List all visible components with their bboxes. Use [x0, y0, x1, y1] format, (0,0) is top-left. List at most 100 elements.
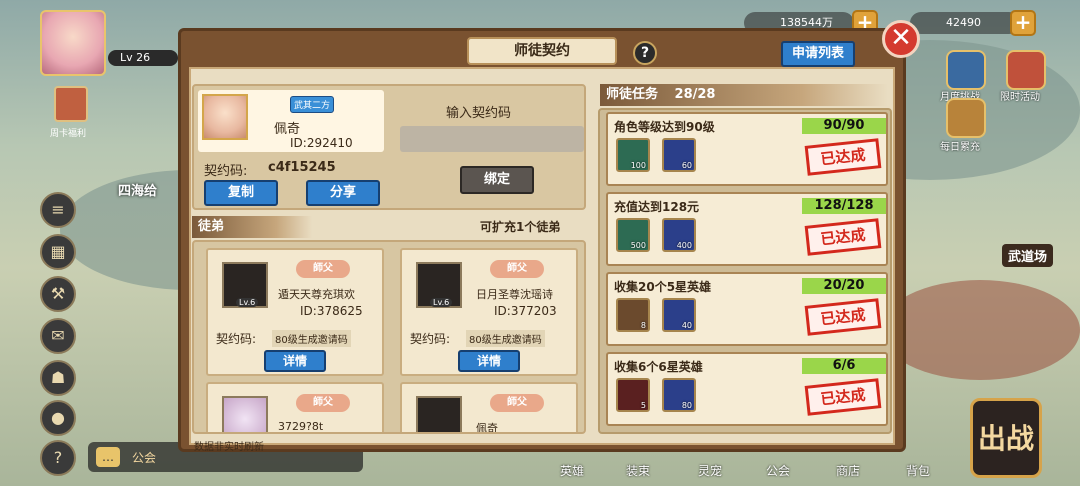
disciple-card: Lv.6 師父 遁天天尊充琪欢 ID:378625 契约码: 80级生成邀请码 … — [206, 248, 384, 376]
weekly-card-label: 周卡福利 — [50, 129, 87, 139]
my-id: ID:292410 — [290, 136, 353, 150]
close-button[interactable]: ✕ — [882, 20, 920, 58]
task-progress-text: 20/20 — [823, 278, 865, 293]
disciple-name: 佩奇 — [476, 422, 498, 434]
orb-icon[interactable]: 400 — [662, 218, 696, 252]
task-card: 充值达到128元 128/128 500 400 已达成 — [606, 192, 888, 266]
fight-button[interactable]: 出战 — [970, 398, 1042, 478]
task-progress-text: 6/6 — [832, 358, 856, 373]
disciple-badge: 師父 — [490, 394, 544, 412]
task-progress-bar: 90/90 — [802, 118, 886, 134]
task-progress-text: 90/90 — [823, 118, 865, 133]
disciple-badge: 師父 — [296, 260, 350, 278]
orb-icon[interactable]: 40 — [662, 298, 696, 332]
apply-list-button[interactable]: 申请列表 — [781, 41, 855, 67]
daily-recharge-icon[interactable] — [946, 98, 986, 138]
nav-outfit[interactable]: 装束 — [626, 462, 650, 479]
disciple-detail-button[interactable]: 详情 — [458, 350, 520, 372]
contract-code-input[interactable] — [400, 126, 584, 152]
gallery-icon[interactable]: ▦ — [40, 234, 76, 270]
reward-count: 100 — [630, 161, 646, 170]
disciple-card: 師父 3729?8t — [206, 382, 384, 433]
mail-icon[interactable]: ✉ — [40, 318, 76, 354]
hammer-icon[interactable]: 5 — [616, 378, 650, 412]
disciple-code: 80级生成邀请码 — [272, 330, 351, 347]
task-title: 收集6个6星英雄 — [614, 360, 703, 374]
nav-pets[interactable]: 灵宠 — [698, 462, 722, 479]
chat-icon: … — [96, 447, 120, 467]
chat-channel: 公会 — [132, 451, 157, 465]
contract-code-value: c4f15245 — [268, 160, 336, 175]
task-complete-stamp: 已达成 — [804, 378, 882, 416]
disciple-level: Lv.6 — [236, 298, 259, 307]
task-title: 收集20个5星英雄 — [614, 280, 712, 294]
task-title: 充值达到128元 — [614, 200, 700, 214]
resource-2: 42490 — [910, 12, 1020, 34]
task-progress-bar: 128/128 — [802, 198, 886, 214]
limited-event-icon[interactable] — [1006, 50, 1046, 90]
disciple-level: Lv.6 — [430, 298, 453, 307]
tasks-list: 角色等级达到90级 90/90 100 60 已达成 充值达到128元 128/128 500… — [598, 108, 892, 434]
weekly-card-icon[interactable] — [54, 86, 88, 122]
bind-button[interactable]: 绑定 — [460, 166, 534, 194]
disciple-card: 師父 佩奇 — [400, 382, 578, 434]
share-button[interactable]: 分享 — [306, 180, 380, 206]
my-title-badge: 武其二方 — [290, 96, 335, 113]
reward-count: 80 — [681, 401, 692, 410]
task-card: 收集20个5星英雄 20/20 8 40 已达成 — [606, 272, 888, 346]
my-name: 佩奇 — [274, 122, 301, 137]
dialog-title: 师徒契约 — [467, 37, 617, 65]
tasks-header: 师徒任务 28/28 — [600, 84, 888, 106]
help-button[interactable]: ? — [633, 41, 657, 65]
nav-guild[interactable]: 公会 — [766, 462, 790, 479]
nav-bag[interactable]: 背包 — [906, 462, 930, 479]
orb-icon[interactable]: 60 — [662, 138, 696, 172]
people-icon[interactable]: ● — [40, 400, 76, 436]
monthly-challenge-icon[interactable] — [946, 50, 986, 90]
expand-hint: 可扩充1个徒弟 — [480, 220, 561, 234]
help-icon[interactable]: ? — [40, 440, 76, 476]
input-code-label: 输入契约码 — [446, 106, 512, 121]
nav-shop[interactable]: 商店 — [836, 462, 860, 479]
disciple-detail-button[interactable]: 详情 — [264, 350, 326, 372]
reward-count: 8 — [640, 321, 646, 330]
player-level: Lv 26 — [108, 50, 178, 66]
disciple-name: 3729?8t — [278, 420, 324, 433]
task-progress-text: 128/128 — [814, 198, 874, 213]
disciple-code-label: 契约码: — [410, 332, 451, 346]
task-card: 收集6个6星英雄 6/6 5 80 已达成 — [606, 352, 888, 426]
disciple-name: 日月圣尊沈瑶诗 — [476, 288, 553, 301]
task-progress-bar: 20/20 — [802, 278, 886, 294]
disciple-avatar — [416, 396, 462, 432]
add-resource-2-button[interactable]: + — [1010, 10, 1036, 36]
disciple-badge: 師父 — [296, 394, 350, 412]
disciple-avatar — [222, 396, 268, 432]
task-complete-stamp: 已达成 — [804, 218, 882, 256]
jade-icon[interactable]: 500 — [616, 218, 650, 252]
disciples-header: 徒弟 — [192, 216, 312, 238]
player-avatar[interactable] — [40, 10, 106, 76]
scroll-icon[interactable]: 8 — [616, 298, 650, 332]
tasks-title: 师徒任务 — [606, 87, 659, 102]
my-avatar — [202, 94, 248, 140]
disciple-card: Lv.6 師父 日月圣尊沈瑶诗 ID:377203 契约码: 80级生成邀请码 … — [400, 248, 578, 376]
zone-left-label: 四海给 — [118, 184, 158, 199]
scroll-icon[interactable]: ≡ — [40, 192, 76, 228]
orb-icon[interactable]: 80 — [662, 378, 696, 412]
disciples-list: Lv.6 師父 遁天天尊充琪欢 ID:378625 契约码: 80级生成邀请码 … — [192, 240, 586, 434]
reward-count: 40 — [681, 321, 692, 330]
task-title: 角色等级达到90级 — [614, 120, 715, 134]
nav-heroes[interactable]: 英雄 — [560, 462, 584, 479]
task-complete-stamp: 已达成 — [804, 138, 882, 176]
my-contract-panel: 武其二方 佩奇 ID:292410 契约码: c4f15245 复制 分享 输入… — [192, 84, 586, 210]
daily-recharge-label: 每日累充 — [940, 142, 980, 153]
my-profile-card: 武其二方 佩奇 ID:292410 — [198, 90, 384, 152]
disciple-id: ID:377203 — [494, 304, 557, 318]
bone-icon[interactable]: ⚒ — [40, 276, 76, 312]
copy-button[interactable]: 复制 — [204, 180, 278, 206]
task-progress-bar: 6/6 — [802, 358, 886, 374]
bag-icon[interactable]: ☗ — [40, 360, 76, 396]
task-card: 角色等级达到90级 90/90 100 60 已达成 — [606, 112, 888, 186]
contract-code-label: 契约码: — [204, 164, 248, 179]
jade-icon[interactable]: 100 — [616, 138, 650, 172]
